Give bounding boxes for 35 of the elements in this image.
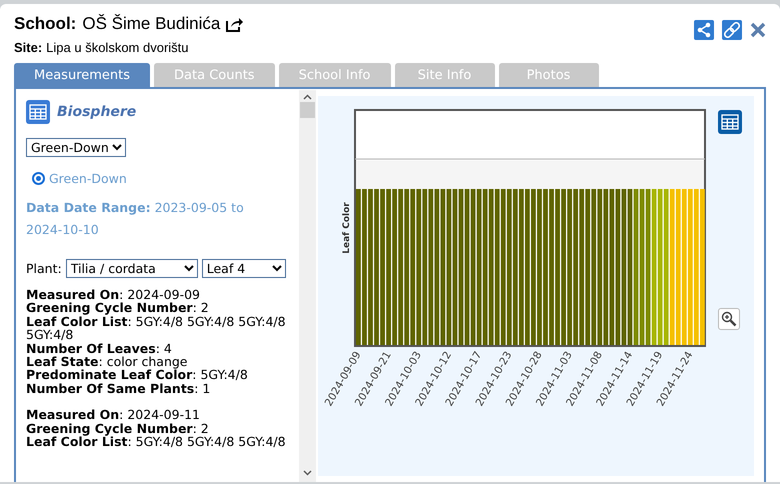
scrollbar-thumb[interactable] — [300, 102, 315, 118]
leaf-dropdown[interactable]: Leaf 4 — [202, 259, 286, 278]
site-name: Lipa u školskom dvorištu — [46, 40, 189, 55]
tab[interactable]: Measurements — [14, 63, 150, 87]
close-icon[interactable] — [750, 22, 766, 38]
measurement-line: Measured On: 2024-09-11 — [26, 408, 202, 422]
plant-label: Plant: — [26, 261, 62, 276]
measurement-line: Leaf Color List: 5GY:4/8 5GY:4/8 5GY:4/8 — [26, 435, 287, 448]
measurement-line: Number Of Same Plants: 1 — [26, 382, 212, 396]
radio-icon[interactable] — [32, 172, 45, 185]
share-icon[interactable] — [694, 20, 714, 40]
school-label: School: — [14, 14, 76, 34]
scrollbar[interactable] — [299, 90, 316, 482]
radio-option[interactable]: Green-Down — [32, 171, 127, 186]
measurement-line: Measured On: 2024-09-09 — [26, 288, 202, 302]
external-link-icon[interactable] — [226, 16, 244, 32]
measurement-line: Number Of Leaves: 4 — [26, 342, 173, 356]
measurement-line: Greening Cycle Number: 2 — [26, 422, 210, 436]
table-icon — [26, 100, 50, 124]
measurement-line: Leaf State: color change — [26, 355, 188, 368]
site-label: Site: — [14, 40, 42, 55]
plant-dropdown[interactable]: Tilia / cordata — [66, 259, 198, 278]
date-range-text: Data Date Range: 2023-09-05 to 2024-10-10 — [26, 199, 245, 239]
measurement-line: Predominate Leaf Color: 5GY:4/8 — [26, 368, 249, 382]
zoom-in-button[interactable] — [718, 308, 740, 330]
scroll-up-icon[interactable] — [303, 94, 312, 100]
y-axis-title: Leaf Color — [342, 202, 352, 254]
school-name: OŠ Šime Budinića — [82, 14, 220, 34]
measurement-line: Leaf Color List: 5GY:4/8 5GY:4/8 5GY:4/8 5GY:4/8 — [26, 314, 287, 342]
table-view-button[interactable] — [718, 110, 742, 134]
scroll-down-icon[interactable] — [303, 470, 312, 476]
protocol-dropdown[interactable]: Green-Down — [26, 138, 126, 157]
measurement-line: Greening Cycle Number: 2 — [26, 301, 210, 315]
link-icon[interactable] — [722, 20, 742, 40]
protocol-title: Biosphere — [57, 104, 136, 120]
